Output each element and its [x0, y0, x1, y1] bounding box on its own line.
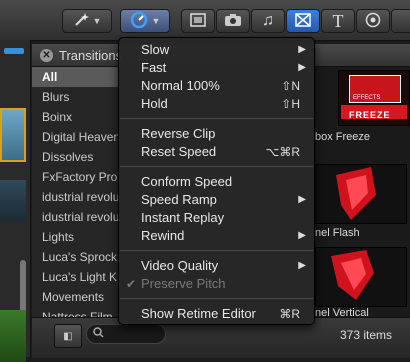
tool-generators-button[interactable]: [356, 9, 390, 33]
menu-item-instant-replay[interactable]: Instant Replay: [119, 209, 314, 227]
menu-item-rewind[interactable]: Rewind ▶: [119, 227, 314, 245]
category-item[interactable]: idustrial revolu: [32, 207, 120, 227]
menu-shortcut: ⌥⌘R: [265, 145, 301, 159]
camera-icon: [224, 13, 242, 30]
submenu-arrow-icon: ▶: [298, 260, 306, 271]
menu-separator: [120, 298, 313, 299]
panel-title: Transitions: [59, 47, 123, 63]
category-item[interactable]: All: [32, 67, 120, 87]
menu-item-label: Rewind: [141, 228, 185, 243]
menu-item-label: Fast: [141, 60, 167, 75]
effects-badge: EFFECTS: [349, 75, 401, 103]
menu-item-label: Preserve Pitch: [141, 276, 226, 291]
tool-themes-button[interactable]: [391, 9, 410, 33]
menu-item-preserve-pitch: ✔ Preserve Pitch: [119, 275, 314, 293]
menu-item-speed-ramp[interactable]: Speed Ramp ▶: [119, 191, 314, 209]
menu-item-label: Show Retime Editor: [141, 306, 256, 321]
music-note-icon: ♫: [262, 12, 274, 29]
category-item[interactable]: Lights: [32, 227, 120, 247]
generator-icon: [365, 12, 381, 31]
category-item[interactable]: Movements: [32, 287, 120, 307]
category-item[interactable]: Digital Heaven: [32, 127, 120, 147]
menu-item-normal-100[interactable]: Normal 100% ⇧N: [119, 77, 314, 95]
category-item[interactable]: Blurs: [32, 87, 120, 107]
menu-separator: [120, 250, 313, 251]
menu-item-fast[interactable]: Fast ▶: [119, 59, 314, 77]
category-item[interactable]: Boinx: [32, 107, 120, 127]
menu-separator: [120, 118, 313, 119]
chevron-down-icon: ▼: [92, 16, 102, 26]
category-item[interactable]: Luca's Light K: [32, 267, 120, 287]
close-icon[interactable]: ✕: [40, 48, 53, 62]
menu-item-reverse-clip[interactable]: Reverse Clip: [119, 125, 314, 143]
category-item[interactable]: idustrial revolu: [32, 187, 120, 207]
menu-item-label: Hold: [141, 96, 168, 111]
category-list: All Blurs Boinx Digital Heaven Dissolves FxFa…: [32, 67, 120, 317]
category-item[interactable]: FxFactory Pro: [32, 167, 120, 187]
menu-item-label: Speed Ramp: [141, 192, 217, 207]
submenu-arrow-icon: ▶: [298, 194, 306, 205]
tile-label: box Freeze: [315, 131, 371, 143]
category-item[interactable]: Luca's Sprock: [32, 247, 120, 267]
retime-speedometer-icon: [130, 11, 148, 32]
submenu-arrow-icon: ▶: [298, 62, 306, 73]
tile-label: nel Flash: [315, 227, 360, 239]
menu-item-label: Video Quality: [141, 258, 219, 273]
clip-thumbnail[interactable]: [0, 108, 26, 162]
retime-menu: Slow ▶ Fast ▶ Normal 100% ⇧N Hold ⇧H Reverse Cli…: [118, 37, 315, 325]
clip-thumbnail[interactable]: [0, 310, 26, 362]
tool-transitions-button[interactable]: [286, 9, 320, 33]
film-strip-icon: [190, 12, 206, 30]
menu-item-label: Reverse Clip: [141, 126, 216, 141]
submenu-arrow-icon: ▶: [298, 230, 306, 241]
menu-item-hold[interactable]: Hold ⇧H: [119, 95, 314, 113]
menu-shortcut: ⇧N: [281, 79, 300, 93]
clip-thumbnail[interactable]: [0, 180, 26, 222]
menu-item-label: Conform Speed: [141, 174, 233, 189]
menu-item-video-quality[interactable]: Video Quality ▶: [119, 257, 314, 275]
toolbar: ▼ ▼ ♫ T: [0, 0, 410, 41]
menu-item-label: Normal 100%: [141, 78, 220, 93]
event-browser-strip: [0, 40, 31, 362]
menu-item-slow[interactable]: Slow ▶: [119, 41, 314, 59]
retime-button[interactable]: ▼: [120, 9, 170, 33]
menu-item-label: Reset Speed: [141, 144, 217, 159]
freeze-banner: FREEZE: [341, 105, 407, 120]
menu-item-reset-speed[interactable]: Reset Speed ⌥⌘R: [119, 143, 314, 161]
menu-item-show-retime-editor[interactable]: Show Retime Editor ⌘R: [119, 305, 314, 323]
category-item[interactable]: Nattress Film: [32, 307, 120, 317]
magic-wand-icon: [73, 12, 89, 31]
menu-separator: [120, 166, 313, 167]
search-input[interactable]: [86, 324, 166, 344]
tool-titles-button[interactable]: T: [321, 9, 355, 33]
chevron-down-icon: ▼: [151, 16, 161, 26]
tool-film-strip-button[interactable]: [181, 9, 215, 33]
show-sidebar-button[interactable]: ◧: [54, 324, 82, 348]
transition-tile[interactable]: [315, 164, 407, 224]
category-item[interactable]: Dissolves: [32, 147, 120, 167]
menu-shortcut: ⇧H: [281, 97, 300, 111]
menu-item-conform-speed[interactable]: Conform Speed: [119, 173, 314, 191]
freeze-text: FREEZE: [349, 110, 391, 120]
transitions-icon: [295, 12, 311, 30]
menu-shortcut: ⌘R: [279, 307, 300, 321]
badge-text: EFFECTS: [353, 95, 381, 101]
search-icon: [93, 325, 104, 343]
sidebar-toggle-icon: ◧: [63, 330, 73, 342]
transition-tile[interactable]: [315, 247, 407, 307]
split-icon[interactable]: [4, 48, 24, 54]
title-T-icon: T: [332, 10, 344, 31]
effects-wand-button[interactable]: ▼: [62, 9, 112, 33]
checkmark-icon: ✔: [126, 277, 137, 291]
item-count: 373 items: [339, 328, 392, 342]
tool-music-button[interactable]: ♫: [251, 9, 285, 33]
tool-photos-button[interactable]: [216, 9, 250, 33]
menu-item-label: Slow: [141, 42, 170, 57]
menu-item-label: Instant Replay: [141, 210, 225, 225]
transition-tile[interactable]: EFFECTS FREEZE: [338, 70, 410, 126]
submenu-arrow-icon: ▶: [298, 44, 306, 55]
